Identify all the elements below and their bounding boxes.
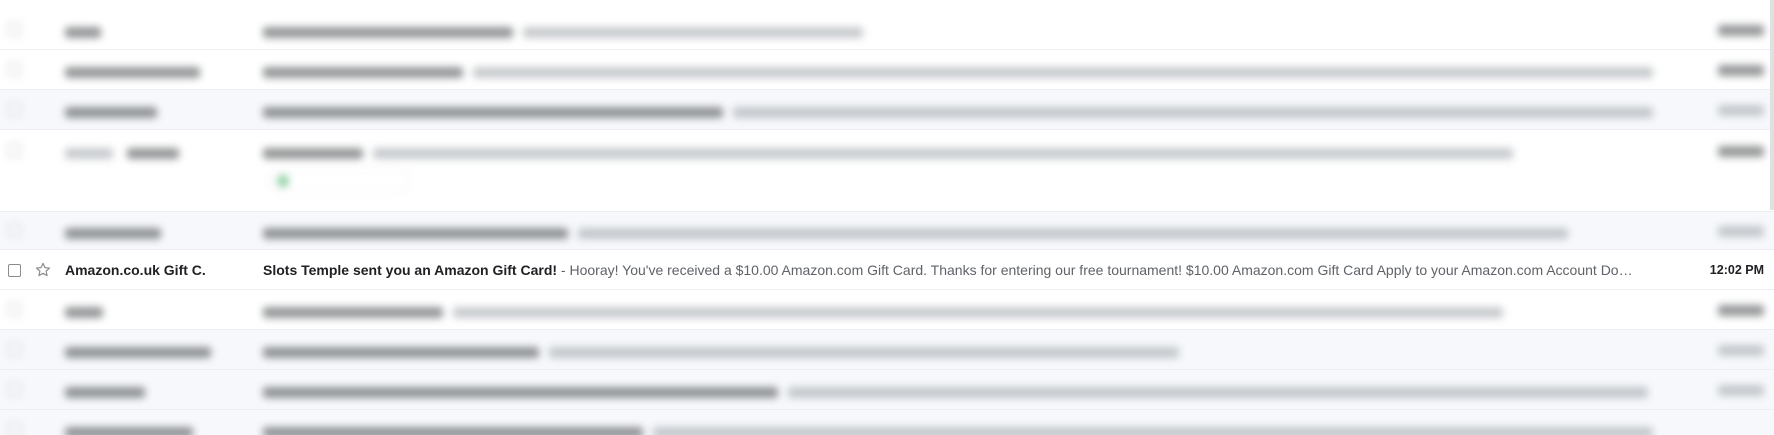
subject-placeholder <box>263 343 1655 359</box>
sender-placeholder <box>65 144 179 160</box>
sender-placeholder <box>65 423 193 435</box>
attachment-chip[interactable] <box>268 170 410 192</box>
checkbox-icon[interactable] <box>8 264 21 277</box>
checkbox-icon[interactable] <box>8 343 21 356</box>
email-preview: Slots Temple sent you an Amazon Gift Car… <box>263 262 1655 278</box>
email-row-blurred[interactable] <box>0 130 1774 212</box>
email-row-blurred[interactable] <box>0 370 1774 410</box>
sender-placeholder <box>65 224 161 240</box>
time-placeholder <box>1718 224 1764 238</box>
checkbox-icon[interactable] <box>8 144 21 157</box>
star-outline-icon[interactable] <box>34 261 52 279</box>
checkbox-icon[interactable] <box>8 423 21 435</box>
sender-placeholder <box>65 103 157 119</box>
email-row-blurred[interactable] <box>0 290 1774 330</box>
time-placeholder <box>1718 23 1764 37</box>
email-row-blurred[interactable] <box>0 212 1774 250</box>
email-row-blurred[interactable] <box>0 10 1774 50</box>
checkbox-icon[interactable] <box>8 23 21 36</box>
time-placeholder <box>1718 303 1764 317</box>
email-row-blurred[interactable] <box>0 50 1774 90</box>
sender-placeholder <box>65 23 101 39</box>
subject-separator: - <box>557 262 570 278</box>
sender-placeholder <box>65 343 211 359</box>
attachment-icon <box>277 175 289 187</box>
sender-name: Amazon.co.uk Gift C. <box>65 262 206 278</box>
sender-placeholder <box>65 303 103 319</box>
email-row-blurred[interactable] <box>0 330 1774 370</box>
email-subject: Slots Temple sent you an Amazon Gift Car… <box>263 262 558 278</box>
time-placeholder <box>1718 63 1764 77</box>
email-row[interactable]: Amazon.co.uk Gift C. Slots Temple sent y… <box>0 250 1774 290</box>
email-snippet: Hooray! You've received a $10.00 Amazon.… <box>569 262 1633 278</box>
checkbox-icon[interactable] <box>8 103 21 116</box>
time-placeholder <box>1718 343 1764 357</box>
subject-placeholder <box>263 224 1655 240</box>
subject-placeholder <box>263 63 1655 79</box>
subject-placeholder <box>263 303 1655 319</box>
email-time: 12:02 PM <box>1709 263 1764 277</box>
sender-placeholder <box>65 63 200 79</box>
checkbox-icon[interactable] <box>8 224 21 237</box>
checkbox-icon[interactable] <box>8 303 21 316</box>
time-placeholder <box>1718 383 1764 397</box>
time-placeholder <box>1718 103 1764 117</box>
scrollbar[interactable] <box>1770 0 1774 210</box>
subject-placeholder <box>263 423 1655 435</box>
subject-placeholder <box>263 383 1655 399</box>
email-row-blurred[interactable] <box>0 410 1774 435</box>
checkbox-icon[interactable] <box>8 383 21 396</box>
subject-placeholder <box>263 23 1655 39</box>
subject-placeholder <box>263 103 1655 119</box>
subject-placeholder <box>263 144 1655 160</box>
sender-placeholder <box>65 383 145 399</box>
email-list: Amazon.co.uk Gift C. Slots Temple sent y… <box>0 0 1774 435</box>
email-row-blurred[interactable] <box>0 90 1774 130</box>
checkbox-icon[interactable] <box>8 63 21 76</box>
time-placeholder <box>1718 144 1764 158</box>
